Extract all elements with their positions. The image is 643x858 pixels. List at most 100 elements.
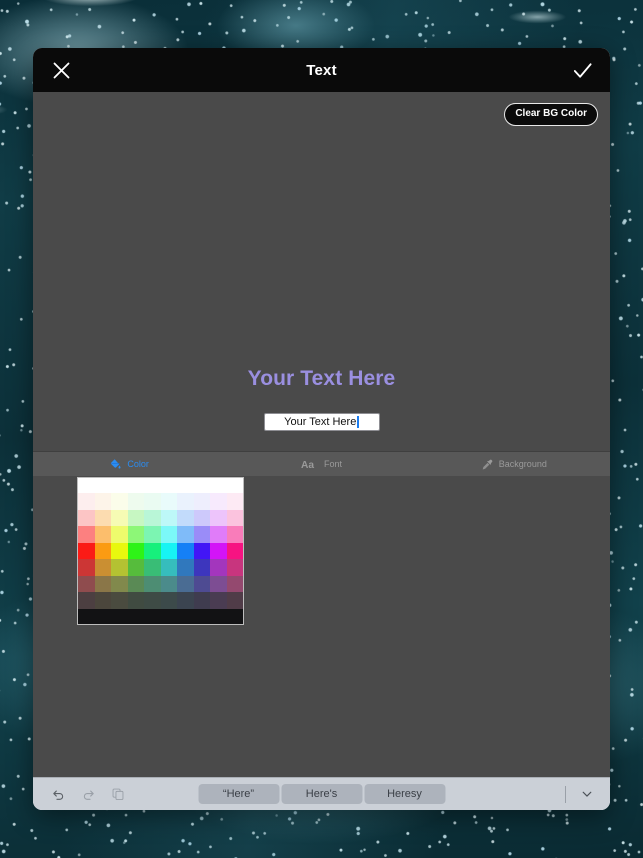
color-swatch-1-4[interactable] (144, 493, 161, 510)
color-swatch-5-6[interactable] (177, 559, 194, 576)
color-swatch-7-1[interactable] (94, 592, 111, 609)
editor-tab-strip: Color Aa Font Background (33, 451, 610, 476)
color-swatch-1-1[interactable] (94, 493, 111, 510)
color-swatch-7-4[interactable] (144, 592, 161, 609)
color-swatch-1-0[interactable] (78, 493, 95, 510)
color-swatch-row-0[interactable] (78, 478, 243, 493)
chevron-down-icon[interactable] (574, 781, 600, 807)
color-swatch-row-8[interactable] (78, 608, 243, 624)
color-swatch-5-2[interactable] (111, 559, 128, 576)
eyedropper-icon (481, 458, 494, 471)
autocomplete-suggestions: “Here” Here's Heresy (198, 784, 445, 804)
color-swatch-1-6[interactable] (177, 493, 194, 510)
color-swatch-2-7[interactable] (193, 509, 210, 526)
color-swatch-4-3[interactable] (127, 542, 144, 559)
color-swatch-6-7[interactable] (193, 575, 210, 592)
color-swatch-3-5[interactable] (160, 526, 177, 543)
tab-background[interactable]: Background (418, 452, 610, 476)
color-swatch-5-9[interactable] (226, 559, 243, 576)
color-swatch-4-9[interactable] (226, 542, 243, 559)
color-swatch-4-0[interactable] (78, 542, 95, 559)
redo-arrow-icon[interactable] (73, 779, 103, 809)
suggestion-1[interactable]: Here's (281, 784, 362, 804)
tab-background-label: Background (498, 458, 547, 469)
color-swatch-6-6[interactable] (177, 575, 194, 592)
color-swatch-2-9[interactable] (226, 509, 243, 526)
color-swatch-1-8[interactable] (210, 493, 227, 510)
tab-color[interactable]: Color (33, 452, 225, 476)
suggestion-2[interactable]: Heresy (364, 784, 445, 804)
color-swatch-5-1[interactable] (94, 559, 111, 576)
color-swatch-1-9[interactable] (226, 493, 243, 510)
accessory-divider (565, 785, 566, 803)
checkmark-icon[interactable] (560, 48, 604, 92)
color-swatch-3-1[interactable] (94, 526, 111, 543)
text-input-value: Your Text Here (284, 415, 357, 428)
color-swatch-7-3[interactable] (127, 592, 144, 609)
color-swatch-2-0[interactable] (78, 509, 95, 526)
modal-title-bar: Text (33, 48, 610, 92)
color-swatch-5-0[interactable] (78, 559, 95, 576)
color-swatch-4-8[interactable] (210, 542, 227, 559)
color-swatch-1-5[interactable] (160, 493, 177, 510)
color-swatch-3-4[interactable] (144, 526, 161, 543)
color-swatch-4-4[interactable] (144, 542, 161, 559)
color-swatch-7-0[interactable] (78, 592, 95, 609)
color-swatch-3-9[interactable] (226, 526, 243, 543)
color-swatch-6-0[interactable] (78, 575, 95, 592)
color-swatch-3-7[interactable] (193, 526, 210, 543)
color-swatch-2-5[interactable] (160, 509, 177, 526)
undo-arrow-icon[interactable] (43, 779, 73, 809)
tab-font[interactable]: Aa Font (225, 452, 417, 476)
paste-icon[interactable] (103, 779, 133, 809)
color-swatch-2-4[interactable] (144, 509, 161, 526)
color-swatch-7-8[interactable] (210, 592, 227, 609)
color-swatch-4-5[interactable] (160, 542, 177, 559)
color-swatch-7-6[interactable] (177, 592, 194, 609)
color-swatch-2-6[interactable] (177, 509, 194, 526)
suggestion-0[interactable]: “Here” (198, 784, 279, 804)
color-swatch-7-9[interactable] (226, 592, 243, 609)
keyboard-accessory-bar: “Here” Here's Heresy (33, 777, 610, 810)
color-swatch-frame (77, 477, 244, 625)
color-swatch-7-5[interactable] (160, 592, 177, 609)
text-preview-canvas[interactable]: Clear BG Color Your Text Here Your Text … (33, 92, 610, 451)
color-swatch-6-2[interactable] (111, 575, 128, 592)
color-swatch-6-1[interactable] (94, 575, 111, 592)
color-swatch-6-3[interactable] (127, 575, 144, 592)
color-swatch-7-7[interactable] (193, 592, 210, 609)
color-swatch-3-0[interactable] (78, 526, 95, 543)
color-swatch-5-7[interactable] (193, 559, 210, 576)
clear-bg-color-button[interactable]: Clear BG Color (504, 103, 598, 126)
color-swatch-3-3[interactable] (127, 526, 144, 543)
preview-stack: Your Text Here Your Text Here (33, 367, 610, 431)
color-picker-panel (33, 476, 610, 777)
color-swatch-4-7[interactable] (193, 542, 210, 559)
color-swatch-4-1[interactable] (94, 542, 111, 559)
color-swatch-1-2[interactable] (111, 493, 128, 510)
color-swatch-2-2[interactable] (111, 509, 128, 526)
text-input[interactable]: Your Text Here (263, 413, 380, 431)
color-swatch-6-4[interactable] (144, 575, 161, 592)
color-swatch-4-6[interactable] (177, 542, 194, 559)
preview-text: Your Text Here (247, 367, 396, 390)
color-swatch-1-3[interactable] (127, 493, 144, 510)
color-swatch-5-8[interactable] (210, 559, 227, 576)
color-swatch-grid[interactable] (78, 478, 243, 624)
color-swatch-2-1[interactable] (94, 509, 111, 526)
color-swatch-5-4[interactable] (144, 559, 161, 576)
color-swatch-7-2[interactable] (111, 592, 128, 609)
color-swatch-2-8[interactable] (210, 509, 227, 526)
color-swatch-3-2[interactable] (111, 526, 128, 543)
color-swatch-1-7[interactable] (193, 493, 210, 510)
color-swatch-5-3[interactable] (127, 559, 144, 576)
color-swatch-2-3[interactable] (127, 509, 144, 526)
color-swatch-3-8[interactable] (210, 526, 227, 543)
color-swatch-3-6[interactable] (177, 526, 194, 543)
color-swatch-5-5[interactable] (160, 559, 177, 576)
color-swatch-4-2[interactable] (111, 542, 128, 559)
color-swatch-6-8[interactable] (210, 575, 227, 592)
color-swatch-6-5[interactable] (160, 575, 177, 592)
page-title: Text (306, 61, 337, 79)
color-swatch-6-9[interactable] (226, 575, 243, 592)
